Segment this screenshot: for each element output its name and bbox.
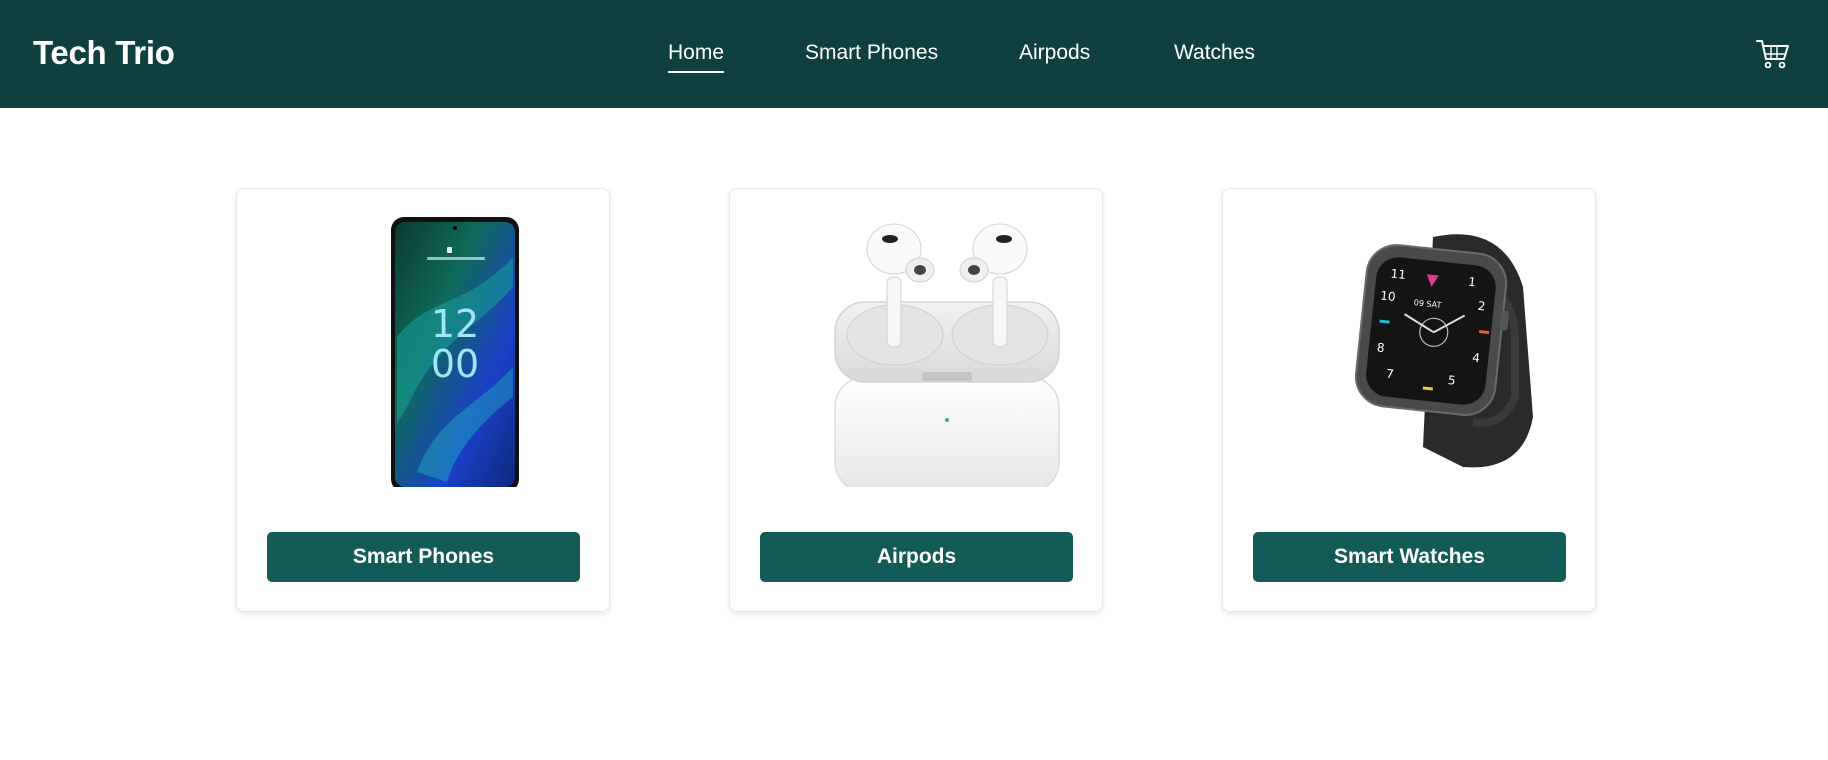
category-card-airpods: Airpods bbox=[729, 188, 1103, 612]
top-navbar: Tech Trio Home Smart Phones Airpods Watc… bbox=[0, 0, 1828, 108]
category-card-smart-watches: 11 1 10 2 8 4 7 5 09 SAT Smart Watches bbox=[1222, 188, 1596, 612]
smart-watches-button[interactable]: Smart Watches bbox=[1253, 532, 1566, 582]
airpods-image bbox=[760, 217, 1074, 487]
airpods-button[interactable]: Airpods bbox=[760, 532, 1073, 582]
smartwatch-image: 11 1 10 2 8 4 7 5 09 SAT bbox=[1253, 217, 1567, 487]
nav-item-watches[interactable]: Watches bbox=[1174, 39, 1255, 67]
nav-item-airpods[interactable]: Airpods bbox=[1019, 39, 1090, 67]
nav-item-smart-phones[interactable]: Smart Phones bbox=[805, 39, 938, 67]
phone-clock-hour: 12 bbox=[431, 302, 479, 346]
phone-clock-minute: 00 bbox=[431, 342, 479, 386]
category-card-smart-phones: 12 00 Smart Phones bbox=[236, 188, 610, 612]
watch-number: 10 bbox=[1380, 289, 1397, 305]
nav-item-home[interactable]: Home bbox=[668, 39, 725, 73]
watch-number: 11 bbox=[1390, 267, 1407, 283]
watch-number: 4 bbox=[1472, 351, 1481, 366]
watch-number: 1 bbox=[1468, 275, 1477, 290]
watch-number: 2 bbox=[1477, 299, 1486, 314]
smartphone-image: 12 00 bbox=[267, 217, 581, 487]
watch-number: 8 bbox=[1376, 340, 1385, 355]
watch-number: 5 bbox=[1447, 373, 1456, 388]
brand-logo[interactable]: Tech Trio bbox=[33, 33, 175, 73]
smart-phones-button[interactable]: Smart Phones bbox=[267, 532, 580, 582]
watch-number: 7 bbox=[1385, 367, 1394, 382]
shopping-cart-icon[interactable] bbox=[1756, 38, 1790, 70]
